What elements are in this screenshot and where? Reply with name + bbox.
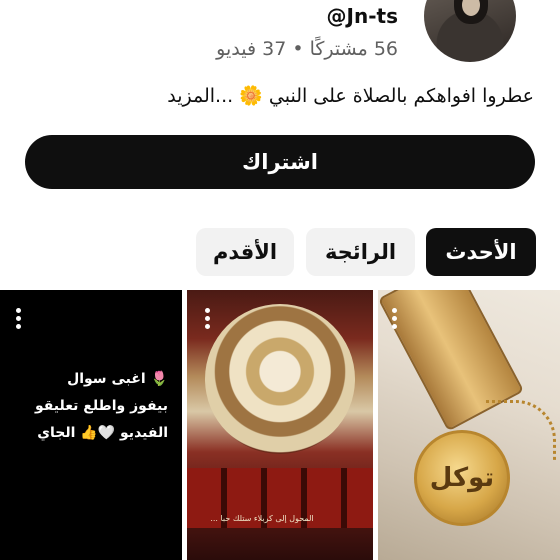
channel-description[interactable]: عطروا افواهكم بالصلاة على النبي 🌼 ...الم… — [167, 84, 534, 107]
filter-chip-newest[interactable]: الأحدث — [426, 228, 536, 276]
short-thumbnail[interactable]: المحول إلى كربلاء ستلك حبا ... — [187, 290, 373, 560]
filter-chip-popular[interactable]: الرائجة — [306, 228, 415, 276]
short-thumbnail[interactable]: 🌷 اغبى سوال بيفوز واطلع تعليقو الفيديو 🤍… — [0, 290, 182, 560]
channel-avatar[interactable] — [424, 0, 516, 62]
shrine-dome-image — [205, 304, 355, 454]
subscribe-button[interactable]: اشتراك — [25, 135, 535, 189]
channel-stats: 56 مشتركًا • 37 فيديو — [216, 38, 398, 60]
short-overlay-text: 🌷 اغبى سوال بيفوز واطلع تعليقو الفيديو 🤍… — [34, 371, 168, 441]
more-vert-icon[interactable] — [392, 308, 398, 329]
gold-pendant-image: توكل — [414, 430, 510, 526]
channel-handle: @Jn-ts — [326, 4, 398, 28]
filter-chip-oldest[interactable]: الأقدم — [196, 228, 294, 276]
more-vert-icon[interactable] — [205, 308, 211, 329]
short-overlay-text: توكل — [429, 463, 495, 493]
short-thumbnail[interactable]: توكل — [378, 290, 560, 560]
short-overlay-text: المحول إلى كربلاء ستلك حبا ... — [210, 514, 314, 523]
more-vert-icon[interactable] — [16, 308, 22, 329]
